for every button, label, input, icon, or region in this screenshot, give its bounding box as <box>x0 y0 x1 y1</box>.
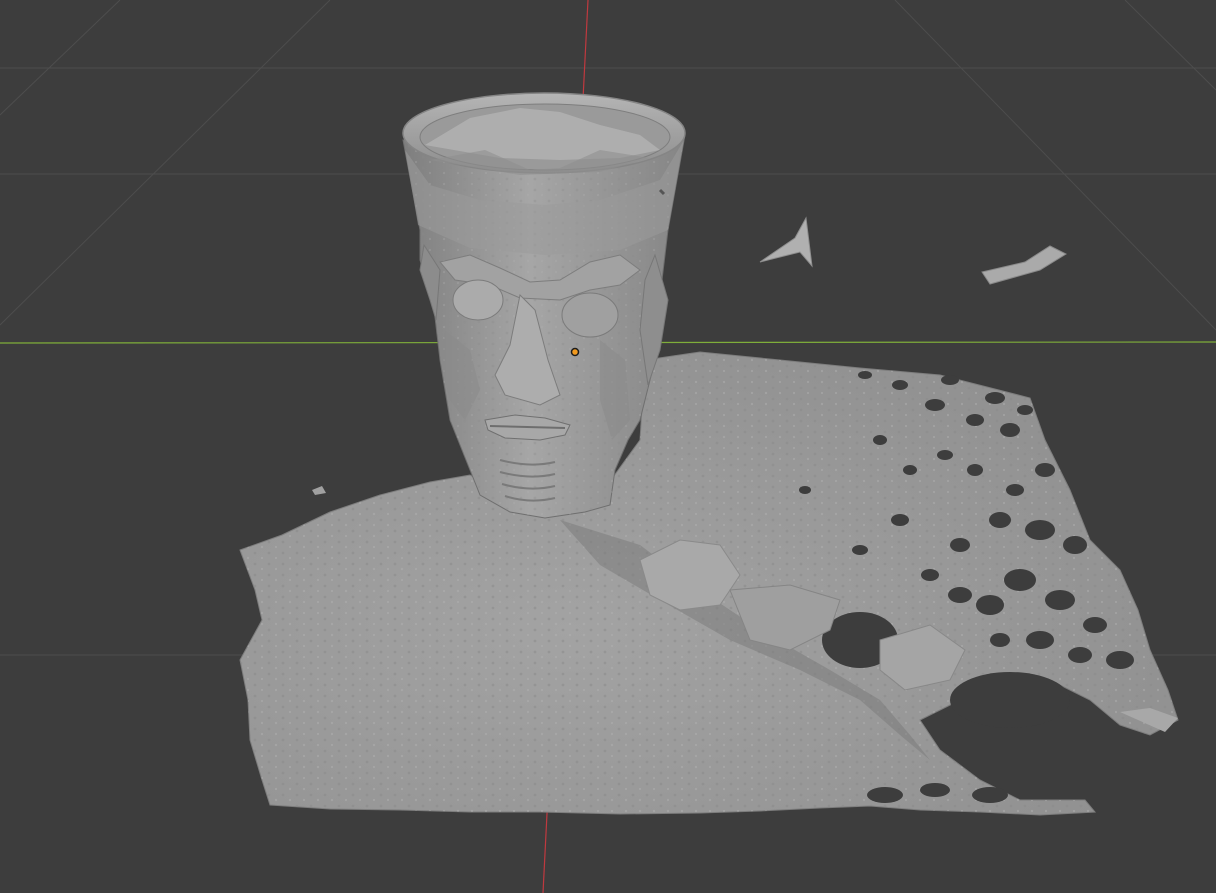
object-origin-point[interactable] <box>570 347 580 357</box>
viewport-canvas[interactable] <box>0 0 1216 893</box>
3d-viewport[interactable] <box>0 0 1216 893</box>
floating-fragment-1 <box>759 216 813 268</box>
left-eye <box>452 279 504 321</box>
floating-fragment-3 <box>312 486 326 495</box>
right-eye <box>561 292 619 338</box>
floating-fragment-2 <box>981 245 1068 285</box>
